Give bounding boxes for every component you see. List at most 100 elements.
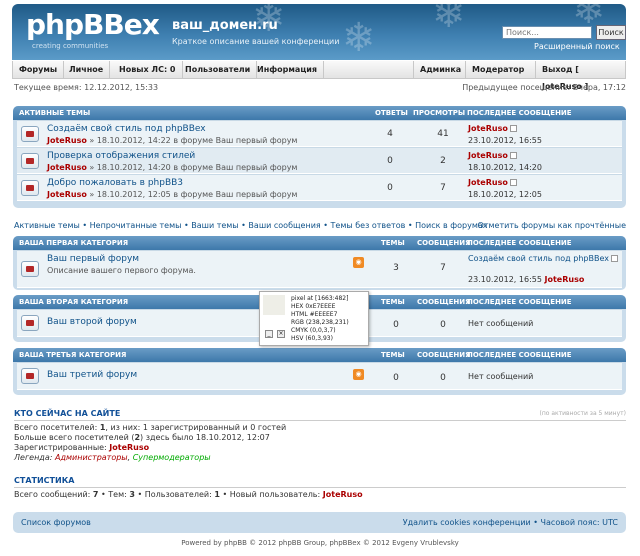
nav-moderator[interactable]: Модератор	[465, 61, 530, 78]
topic-row: Добро пожаловать в phpBB3 JoteRuso » 18.…	[17, 174, 622, 201]
minimize-icon[interactable]: _	[265, 330, 273, 338]
forum-title[interactable]: Ваш первый форум	[47, 254, 139, 264]
stats-title: Статистика	[14, 476, 626, 488]
copyright: Powered by phpBB © 2012 phpBB Group, php…	[181, 539, 459, 547]
topic-author[interactable]: JoteRuso	[47, 136, 87, 145]
tooltip-hsv: HSV (60,3,93)	[291, 335, 333, 342]
forum-title[interactable]: Ваш третий форум	[47, 370, 137, 380]
topic-title[interactable]: Добро пожаловать в phpBB3	[47, 178, 183, 188]
category-header: Ваша третья категория Темы Сообщения Пос…	[13, 348, 626, 362]
topic-row: Создаём свой стиль под phpBBex JoteRuso …	[17, 120, 622, 147]
last-post-none: Нет сообщений	[468, 372, 534, 381]
rss-icon[interactable]: ◉	[353, 369, 364, 380]
nav-personal[interactable]: Личное	[63, 61, 111, 78]
forum-row: Ваш третий форум ◉ 0 0 Нет сообщений	[17, 362, 622, 390]
category-block: Ваша третья категория Темы Сообщения Пос…	[13, 348, 626, 395]
header-topics: Темы	[381, 351, 405, 359]
last-post-author: JoteRuso	[468, 151, 517, 160]
topic-row: Проверка отображения стилей JoteRuso » 1…	[17, 147, 622, 174]
forum-topics: 0	[393, 373, 399, 383]
view-latest-icon[interactable]	[610, 255, 618, 262]
view-latest-icon[interactable]	[509, 179, 517, 186]
topic-author[interactable]: JoteRuso	[47, 163, 87, 172]
view-latest-icon[interactable]	[509, 125, 517, 132]
view-latest-icon[interactable]	[509, 152, 517, 159]
nav-users[interactable]: Пользователи	[179, 61, 258, 78]
mark-forums-read-link[interactable]: Отметить форумы как прочтённые	[478, 221, 626, 230]
nav-forums[interactable]: Форумы	[13, 61, 65, 78]
last-visit: Предыдущее посещение: Вчера, 17:12	[462, 83, 626, 92]
rss-icon[interactable]: ◉	[353, 257, 364, 268]
nav-new-pm[interactable]: Новых ЛС: 0	[113, 61, 183, 78]
tooltip-html: HTML #EEEEE7	[291, 311, 338, 318]
tooltip-cmyk: CMYK (0,0,3,7)	[291, 327, 336, 334]
last-post-time: 23.10.2012, 16:55	[468, 136, 542, 145]
forum-icon	[21, 315, 39, 331]
forum-icon	[21, 368, 39, 384]
topic-title[interactable]: Создаём свой стиль под phpBBex	[47, 124, 206, 134]
forum-icon	[21, 261, 39, 277]
topic-icon	[21, 153, 39, 169]
last-post-author: JoteRuso	[468, 178, 517, 187]
header-last-post: Последнее сообщение	[467, 298, 572, 306]
snowflake-icon: ❄	[342, 15, 376, 60]
forum-topics: 3	[393, 263, 399, 273]
header-posts: Сообщения	[417, 351, 471, 359]
close-icon[interactable]: ×	[277, 330, 285, 338]
nav-logout[interactable]: Выход [ JoteRuso ]	[535, 61, 625, 91]
topic-author[interactable]: JoteRuso	[47, 190, 87, 199]
topic-replies: 4	[387, 129, 393, 139]
last-post-title: Создаём свой стиль под phpBBex	[468, 254, 618, 263]
online-note: (по активности за 5 минут)	[539, 410, 626, 417]
online-registered: Зарегистрированные: JoteRuso	[14, 443, 150, 452]
header-posts: Сообщения	[417, 239, 471, 247]
topic-info: » 18.10.2012, 12:05 в форуме Ваш первый …	[89, 190, 298, 199]
forum-title[interactable]: Ваш второй форум	[47, 317, 137, 327]
topic-views: 41	[437, 129, 449, 139]
last-post-none: Нет сообщений	[468, 319, 534, 328]
site-name[interactable]: ваш_домен.ru	[172, 18, 278, 33]
tooltip-pixel: pixel at [1663:482]	[291, 295, 349, 302]
category-title[interactable]: Ваша вторая категория	[19, 295, 128, 309]
header-posts: Сообщения	[417, 298, 471, 306]
last-post-info: 23.10.2012, 16:55 JoteRuso	[468, 275, 585, 284]
stats-line: Всего сообщений: 7 • Тем: 3 • Пользовате…	[14, 490, 363, 499]
header-replies: Ответы	[375, 109, 408, 117]
topic-title[interactable]: Проверка отображения стилей	[47, 151, 195, 161]
category-title[interactable]: Ваша третья категория	[19, 348, 126, 362]
footer-links[interactable]: Удалить cookies конференции • Часовой по…	[403, 518, 618, 527]
header-last-post: Последнее сообщение	[467, 351, 572, 359]
last-post-author: JoteRuso	[468, 124, 517, 133]
topic-replies: 0	[387, 183, 393, 193]
tooltip-rgb: RGB (238,238,231)	[291, 319, 349, 326]
search-input[interactable]	[502, 26, 592, 39]
forum-topics: 0	[393, 320, 399, 330]
header-last-post: Последнее сообщение	[467, 109, 572, 117]
topic-replies: 0	[387, 156, 393, 166]
search-button[interactable]: Поиск	[596, 25, 626, 40]
header-topics: Темы	[381, 239, 405, 247]
current-time: Текущее время: 12.12.2012, 15:33	[14, 83, 159, 92]
category-title[interactable]: Ваша первая категория	[19, 236, 128, 250]
header-title: Активные темы	[19, 109, 91, 117]
forum-posts: 7	[440, 263, 446, 273]
nav-admin[interactable]: Админка	[413, 61, 467, 78]
site-description: Краткое описание вашей конференции	[172, 37, 340, 46]
header-topics: Темы	[381, 298, 405, 306]
quick-links[interactable]: Активные темы • Непрочитанные темы • Ваш…	[14, 221, 488, 230]
category-header: Ваша первая категория Темы Сообщения Пос…	[13, 236, 626, 250]
forum-description: Описание вашего первого форума.	[47, 266, 196, 275]
topic-meta: JoteRuso » 18.10.2012, 14:22 в форуме Ва…	[47, 136, 297, 145]
topic-views: 2	[440, 156, 446, 166]
topic-meta: JoteRuso » 18.10.2012, 14:20 в форуме Ва…	[47, 163, 297, 172]
header-views: Просмотры	[413, 109, 466, 117]
advanced-search-link[interactable]: Расширенный поиск	[534, 42, 620, 51]
category-block: Ваша первая категория Темы Сообщения Пос…	[13, 236, 626, 290]
nav-info[interactable]: Информация	[251, 61, 324, 78]
forum-index-link[interactable]: Список форумов	[21, 518, 91, 527]
page: ❄ ❄ ❄ ❄ phpBBex creating communities ваш…	[0, 0, 640, 556]
snowflake-icon: ❄	[432, 4, 466, 37]
logo[interactable]: phpBBex	[26, 8, 160, 41]
color-picker-tooltip: pixel at [1663:482] HEX 0xE7EEEE HTML #E…	[259, 291, 369, 346]
logo-tagline: creating communities	[32, 42, 109, 50]
